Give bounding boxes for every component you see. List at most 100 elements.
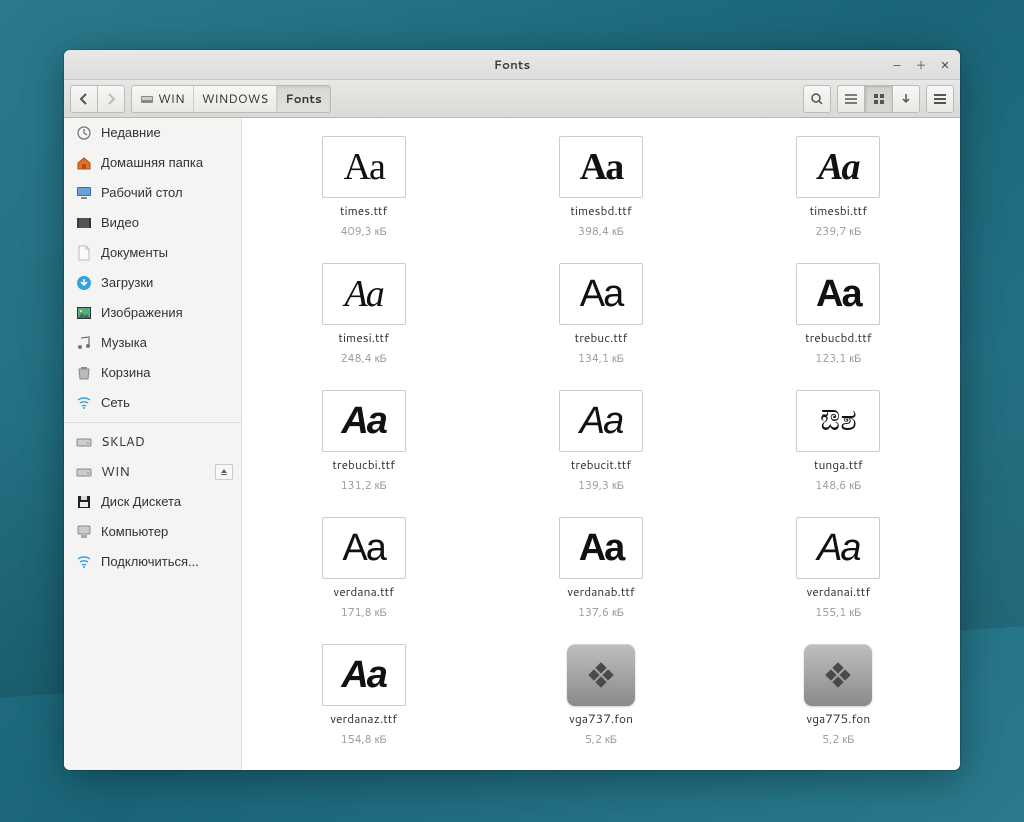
file-size: 155,1 кБ [815, 604, 861, 620]
file-item[interactable]: Aaverdanab.ttf137,6 кБ [489, 517, 712, 620]
file-item[interactable]: Aatimesi.ttf248,4 кБ [252, 263, 475, 366]
sidebar-item[interactable]: Домашняя папка [64, 148, 241, 178]
back-button[interactable] [70, 85, 98, 113]
sidebar-item[interactable]: Рабочий стол [64, 178, 241, 208]
sidebar-item[interactable]: Подключиться… [64, 547, 241, 577]
search-icon [810, 92, 824, 106]
view-list-button[interactable] [837, 85, 865, 113]
font-preview-icon: Aa [559, 390, 643, 452]
file-item[interactable]: Aa trebuc.ttf 134,1 кБ [489, 263, 712, 366]
view-grid-button[interactable] [865, 85, 893, 113]
sidebar-item-label: Диск Дискета [101, 493, 181, 511]
file-grid: Aatimes.ttf409,3 кБAatimesbd.ttf398,4 кБ… [252, 136, 950, 747]
breadcrumb-segment[interactable]: WIN [132, 86, 194, 112]
font-preview-icon: Aa [322, 644, 406, 706]
file-size: 148,6 кБ [815, 477, 861, 493]
file-item[interactable]: Aa verdana.ttf 171,8 кБ [252, 517, 475, 620]
sidebar-item[interactable]: Недавние [64, 118, 241, 148]
file-size: 134,1 кБ [578, 350, 624, 366]
file-item[interactable]: Aatrebucbd.ttf123,1 кБ [727, 263, 950, 366]
file-name: verdanai.ttf [806, 583, 870, 600]
file-item[interactable]: Aaverdanaz.ttf154,8 кБ [252, 644, 475, 747]
font-preview-icon: ಔಶ [796, 390, 880, 452]
download-icon [76, 275, 92, 291]
content-area[interactable]: Aatimes.ttf409,3 кБAatimesbd.ttf398,4 кБ… [242, 118, 960, 770]
titlebar[interactable]: Fonts — ＋ ✕ [64, 50, 960, 80]
file-name: vga737.fon [569, 710, 633, 727]
sidebar-item-label: Сеть [101, 394, 130, 412]
document-icon [76, 245, 92, 261]
forward-button[interactable] [97, 85, 125, 113]
sidebar-item-label: Видео [101, 214, 139, 232]
file-item[interactable]: Aa verdanai.ttf 155,1 кБ [727, 517, 950, 620]
sidebar-item[interactable]: WIN [64, 457, 241, 487]
sidebar-item[interactable]: SKLAD [64, 427, 241, 457]
network-icon [76, 395, 92, 411]
file-item[interactable]: vga775.fon 5,2 кБ [727, 644, 950, 747]
minimize-button[interactable]: — [890, 58, 904, 72]
file-size: 5,2 кБ [822, 731, 854, 747]
sidebar-item-label: Изображения [101, 304, 183, 322]
sidebar-item[interactable]: Видео [64, 208, 241, 238]
file-name: trebucbd.ttf [805, 329, 872, 346]
close-button[interactable]: ✕ [938, 58, 952, 72]
sidebar-item-label: Музыка [101, 334, 147, 352]
executable-icon [567, 644, 635, 706]
sidebar-item-label: SKLAD [101, 433, 145, 451]
sidebar-item[interactable]: Загрузки [64, 268, 241, 298]
menu-icon [933, 93, 947, 105]
desktop-icon [76, 185, 92, 201]
sidebar-item[interactable]: Сеть [64, 388, 241, 418]
window-controls: — ＋ ✕ [890, 58, 952, 72]
file-item[interactable]: Aatrebucit.ttf139,3 кБ [489, 390, 712, 493]
file-name: verdanab.ttf [567, 583, 635, 600]
sidebar-item[interactable]: Изображения [64, 298, 241, 328]
breadcrumb-segment[interactable]: WINDOWS [194, 86, 278, 112]
sidebar-item[interactable]: Компьютер [64, 517, 241, 547]
file-manager-window: Fonts — ＋ ✕ WINWINDOWSFonts [64, 50, 960, 770]
arrow-down-icon [901, 93, 911, 105]
sidebar-item[interactable]: Диск Дискета [64, 487, 241, 517]
clock-icon [76, 125, 92, 141]
eject-button[interactable] [215, 464, 233, 480]
file-size: 139,3 кБ [578, 477, 624, 493]
font-preview-icon: Aa [322, 136, 406, 198]
hamburger-button[interactable] [926, 85, 954, 113]
file-item[interactable]: Aatimesbi.ttf239,7 кБ [727, 136, 950, 239]
font-preview-icon: Aa [559, 263, 643, 325]
file-item[interactable]: vga737.fon5,2 кБ [489, 644, 712, 747]
drive-icon [76, 434, 92, 450]
file-size: 123,1 кБ [815, 350, 861, 366]
sidebar-item[interactable]: Музыка [64, 328, 241, 358]
font-preview-icon: Aa [322, 517, 406, 579]
sidebar: НедавниеДомашняя папкаРабочий стол Видео Д… [64, 118, 242, 770]
file-size: 171,8 кБ [341, 604, 387, 620]
file-size: 248,4 кБ [341, 350, 387, 366]
sidebar-item[interactable]: Корзина [64, 358, 241, 388]
file-name: trebucbi.ttf [332, 456, 395, 473]
arrow-left-icon [78, 93, 90, 105]
search-button[interactable] [803, 85, 831, 113]
file-name: trebuc.ttf [575, 329, 628, 346]
file-item[interactable]: Aatrebucbi.ttf131,2 кБ [252, 390, 475, 493]
font-preview-icon: Aa [559, 136, 643, 198]
maximize-button[interactable]: ＋ [914, 58, 928, 72]
sidebar-item-label: Корзина [101, 364, 151, 382]
file-size: 409,3 кБ [341, 223, 387, 239]
breadcrumb-segment[interactable]: Fonts [277, 86, 330, 112]
toolbar: WINWINDOWSFonts [64, 80, 960, 118]
sidebar-item-label: Загрузки [101, 274, 153, 292]
music-icon [76, 335, 92, 351]
font-preview-icon: Aa [796, 517, 880, 579]
file-item[interactable]: Aatimesbd.ttf398,4 кБ [489, 136, 712, 239]
file-item[interactable]: Aatimes.ttf409,3 кБ [252, 136, 475, 239]
view-options-button[interactable] [892, 85, 920, 113]
video-icon [76, 215, 92, 231]
file-name: verdana.ttf [333, 583, 394, 600]
sidebar-item[interactable]: Документы [64, 238, 241, 268]
trash-icon [76, 365, 92, 381]
file-item[interactable]: ಔಶtunga.ttf148,6 кБ [727, 390, 950, 493]
file-name: vga775.fon [806, 710, 870, 727]
drive-icon [76, 464, 92, 480]
window-title: Fonts [494, 56, 531, 73]
